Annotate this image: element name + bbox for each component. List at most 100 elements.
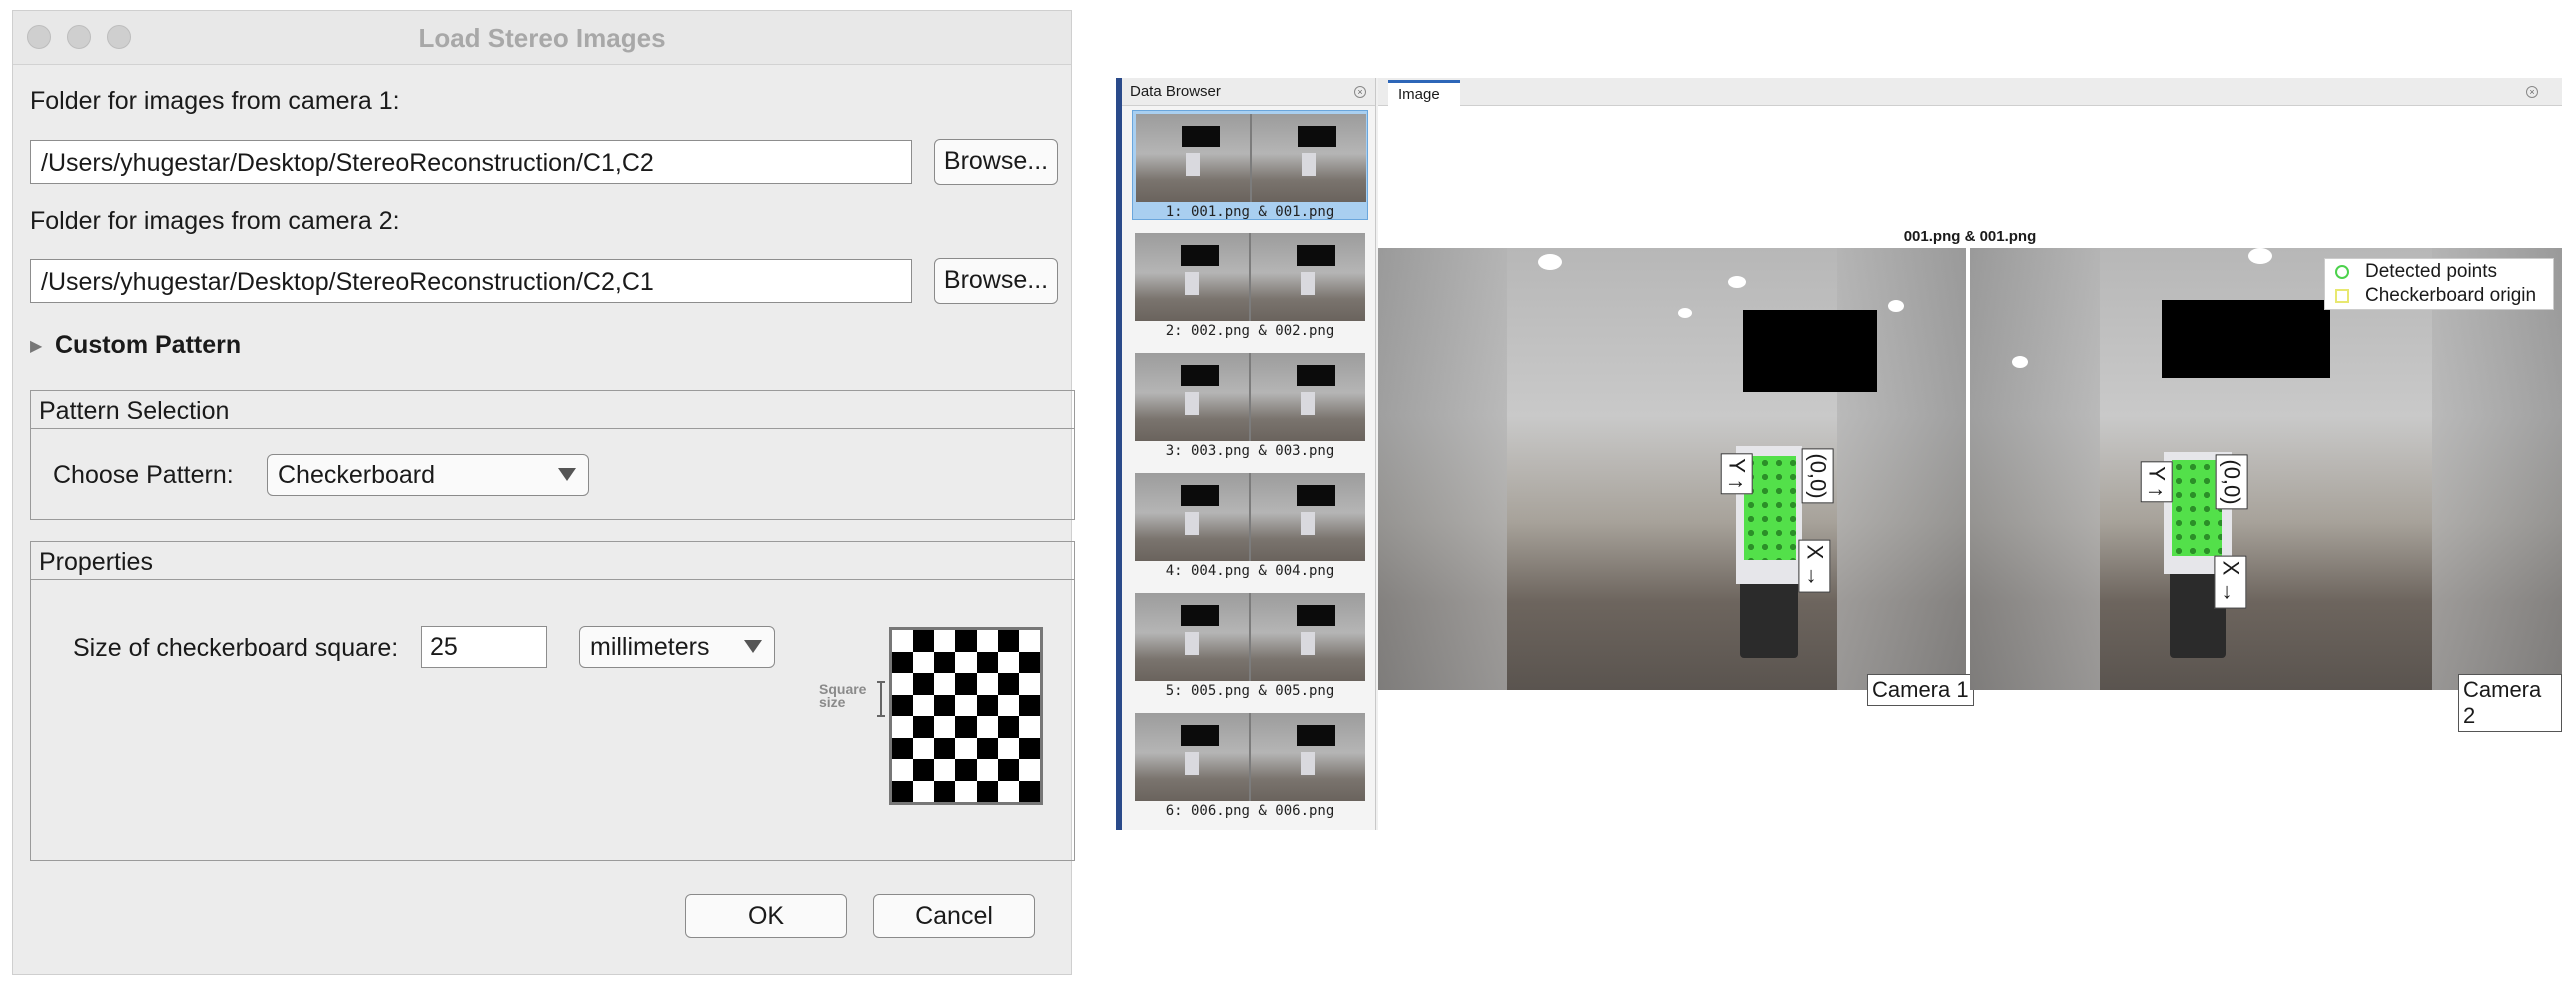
image-tab-bar: Image ×: [1378, 78, 2562, 106]
checker-cell: [892, 694, 914, 716]
checker-cell: [892, 630, 913, 652]
thumbnail-image: [1135, 353, 1365, 441]
units-select-value: millimeters: [590, 633, 710, 661]
camera1-label: Camera 1: [1867, 674, 1974, 706]
close-icon[interactable]: ×: [1354, 86, 1366, 98]
checker-cell: [976, 694, 998, 716]
thumbnail-item[interactable]: 6: 006.png & 006.png: [1132, 710, 1368, 820]
cancel-button[interactable]: Cancel: [873, 894, 1035, 938]
checker-cell: [934, 716, 955, 738]
camera2-folder-input[interactable]: /Users/yhugestar/Desktop/StereoReconstru…: [30, 259, 912, 303]
square-size-label: Size of checkerboard square:: [73, 634, 399, 662]
checker-cell: [998, 652, 1019, 674]
stereo-calibrator-app: Data Browser × 1: 001.png & 001.png 2: 0…: [1116, 78, 2562, 830]
checker-cell: [934, 651, 956, 673]
thumbnail-image: [1135, 713, 1365, 801]
chevron-down-icon: [558, 468, 576, 481]
properties-title: Properties: [31, 542, 1074, 580]
checker-cell: [976, 780, 998, 802]
checker-cell: [934, 737, 956, 759]
pattern-selection-group: Pattern Selection Choose Pattern: Checke…: [30, 390, 1075, 520]
camera2-browse-button[interactable]: Browse...: [934, 258, 1058, 304]
custom-pattern-toggle[interactable]: Custom Pattern: [55, 331, 241, 360]
thumbnail-image: [1135, 233, 1365, 321]
checker-cell: [977, 716, 998, 738]
square-size-input[interactable]: 25: [421, 626, 547, 668]
redaction-box: [2162, 300, 2330, 378]
camera2-label: Camera 2: [2458, 674, 2562, 732]
checker-cell: [934, 780, 956, 802]
pattern-select-value: Checkerboard: [278, 461, 436, 489]
checker-cell: [955, 652, 976, 674]
disclosure-triangle-icon[interactable]: ▶: [30, 336, 42, 356]
thumbnail-label: 6: 006.png & 006.png: [1165, 803, 1335, 819]
y-axis-tag: Y ↑: [2140, 461, 2173, 503]
thumbnail-item[interactable]: 3: 003.png & 003.png: [1132, 350, 1368, 460]
load-stereo-images-dialog: Load Stereo Images Folder for images fro…: [12, 10, 1075, 975]
camera1-folder-input[interactable]: /Users/yhugestar/Desktop/StereoReconstru…: [30, 140, 912, 184]
square-size-caption: Square size: [819, 681, 867, 710]
thumbnail-item[interactable]: 2: 002.png & 002.png: [1132, 230, 1368, 340]
checker-cell: [913, 738, 934, 760]
thumbnail-item[interactable]: 4: 004.png & 004.png: [1132, 470, 1368, 580]
checker-cell: [892, 737, 914, 759]
thumbnail-item[interactable]: 1: 001.png & 001.png: [1132, 110, 1368, 220]
choose-pattern-label: Choose Pattern:: [53, 461, 234, 489]
image-title: 001.png & 001.png: [1903, 228, 2037, 245]
checker-cell: [1019, 630, 1040, 652]
thumbnail-image: [1136, 114, 1366, 202]
checker-cell: [934, 630, 955, 652]
thumbnail-image: [1135, 473, 1365, 561]
checker-cell: [955, 738, 976, 760]
checker-cell: [934, 694, 956, 716]
checker-cell: [997, 630, 1019, 652]
pattern-select[interactable]: Checkerboard: [267, 454, 589, 496]
circle-marker-icon: [2335, 265, 2349, 279]
ok-button[interactable]: OK: [685, 894, 847, 938]
checker-cell: [997, 716, 1019, 738]
tab-image[interactable]: Image: [1388, 80, 1460, 106]
checker-cell: [997, 759, 1019, 781]
legend-checkerboard-origin-label: Checkerboard origin: [2365, 285, 2537, 306]
camera1-image: Y ↑ (0,0) X →: [1378, 248, 1966, 690]
checker-cell: [913, 630, 935, 652]
thumbnail-label: 3: 003.png & 003.png: [1165, 443, 1335, 459]
checker-cell: [998, 781, 1019, 803]
checker-cell: [913, 695, 934, 717]
checker-cell: [934, 759, 955, 781]
camera2-folder-label: Folder for images from camera 2:: [30, 207, 400, 235]
checker-cell: [1018, 780, 1040, 802]
close-icon[interactable]: ×: [2526, 86, 2538, 98]
origin-tag: (0,0): [2215, 454, 2248, 510]
checker-cell: [913, 716, 935, 738]
detected-points-overlay: [2172, 460, 2222, 556]
x-axis-tag: X →: [2214, 555, 2247, 609]
checker-cell: [955, 695, 976, 717]
checker-cell: [976, 651, 998, 673]
data-browser-title: Data Browser: [1130, 83, 1221, 100]
square-size-marker-icon: [877, 681, 885, 717]
thumbnail-label: 5: 005.png & 005.png: [1165, 683, 1335, 699]
dialog-title: Load Stereo Images: [418, 23, 666, 53]
checker-cell: [1018, 737, 1040, 759]
title-bar: Load Stereo Images: [13, 11, 1071, 65]
checker-cell: [955, 781, 976, 803]
checker-cell: [913, 759, 935, 781]
checker-cell: [913, 781, 934, 803]
pattern-selection-title: Pattern Selection: [31, 391, 1074, 429]
image-panel: Image × 001.png & 001.png Y ↑ (0,0) X → …: [1378, 78, 2562, 830]
y-axis-tag: Y ↑: [1720, 453, 1753, 495]
thumbnail-label: 2: 002.png & 002.png: [1165, 323, 1335, 339]
units-select[interactable]: millimeters: [579, 626, 775, 668]
x-axis-tag: X →: [1798, 539, 1831, 593]
checker-cell: [1019, 673, 1040, 695]
checker-cell: [955, 716, 977, 738]
checker-cell: [977, 630, 998, 652]
checker-cell: [913, 652, 934, 674]
redaction-box: [1743, 310, 1877, 392]
checker-cell: [955, 630, 977, 652]
data-browser-header: Data Browser ×: [1122, 78, 1375, 106]
thumbnail-item[interactable]: 5: 005.png & 005.png: [1132, 590, 1368, 700]
checker-cell: [892, 780, 914, 802]
camera1-browse-button[interactable]: Browse...: [934, 139, 1058, 185]
